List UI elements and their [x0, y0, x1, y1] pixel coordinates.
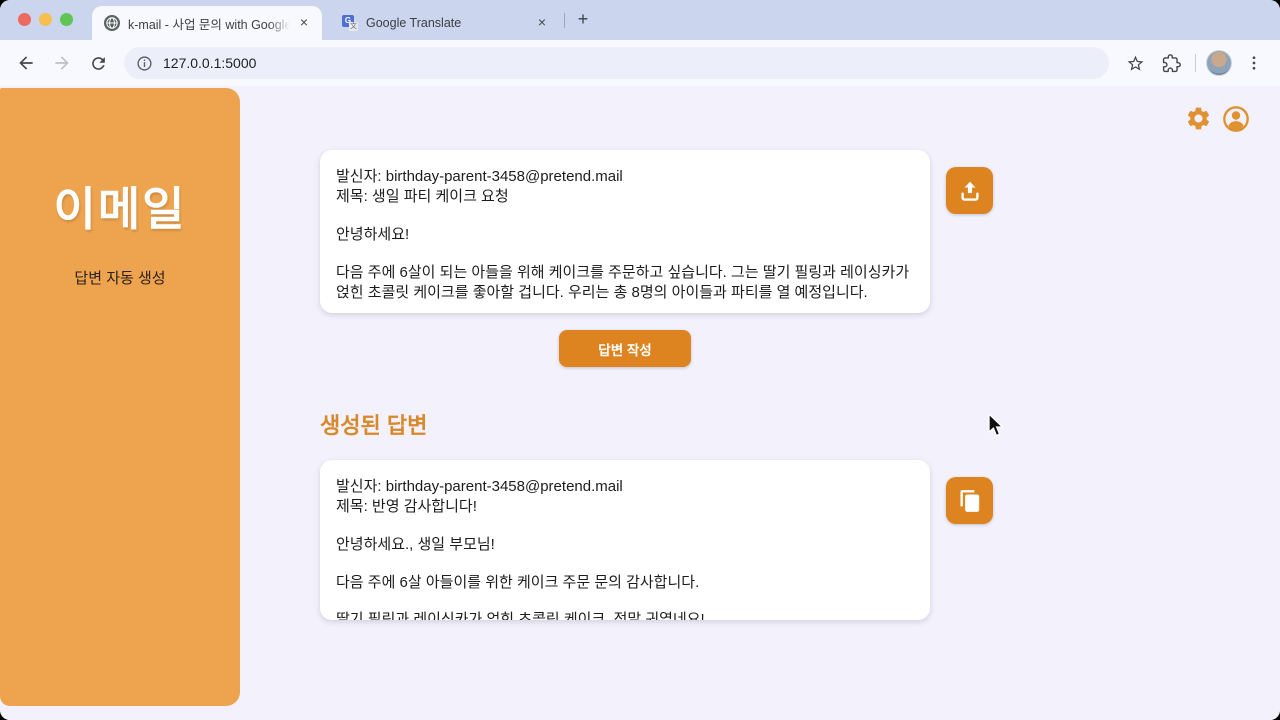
url-text[interactable]: 127.0.0.1:5000 [163, 55, 256, 71]
upload-button[interactable] [946, 167, 993, 214]
browser-window: k-mail - 사업 문의 with Google × G文 Google T… [0, 0, 1280, 720]
tab-title: Google Translate [366, 16, 461, 30]
minimize-window-button[interactable] [39, 13, 52, 26]
tab-separator [564, 13, 565, 28]
tab-close-icon[interactable]: × [534, 15, 550, 31]
upload-icon [957, 178, 983, 204]
reload-button[interactable] [82, 47, 114, 79]
globe-favicon-icon [104, 15, 120, 31]
profile-avatar[interactable] [1206, 50, 1232, 76]
copy-icon [957, 488, 983, 514]
generated-reply-heading: 생성된 답변 [320, 408, 427, 440]
account-icon[interactable] [1222, 105, 1250, 133]
generate-reply-button[interactable]: 답변 작성 [559, 330, 691, 367]
app-title: 이메일 [0, 173, 240, 239]
mouse-cursor [985, 413, 1007, 439]
window-controls [18, 13, 73, 26]
app-subtitle: 답변 자동 생성 [0, 267, 240, 288]
incoming-email-card: 발신자: birthday-parent-3458@pretend.mail 제… [320, 150, 930, 313]
new-tab-button[interactable]: + [572, 9, 594, 31]
email-subject-line: 제목: 생일 파티 케이크 요청 [336, 187, 914, 207]
browser-toolbar: 127.0.0.1:5000 [0, 40, 1280, 86]
address-bar[interactable]: 127.0.0.1:5000 [124, 47, 1109, 79]
email-body: 다음 주에 6살이 되는 아들을 위해 케이크를 주문하고 싶습니다. 그는 딸… [336, 263, 914, 303]
email-subject-line: 제목: 반영 감사합니다! [336, 497, 914, 517]
extensions-icon[interactable] [1155, 47, 1187, 79]
fullscreen-window-button[interactable] [60, 13, 73, 26]
sidebar: 이메일 답변 자동 생성 [0, 88, 240, 706]
bookmark-star-icon[interactable] [1119, 47, 1151, 79]
toolbar-separator [1195, 54, 1196, 72]
tab-close-icon[interactable]: × [296, 15, 312, 31]
main-area: 발신자: birthday-parent-3458@pretend.mail 제… [240, 86, 1280, 720]
page-content: 이메일 답변 자동 생성 발신자: birthday-parent-3458@p… [0, 86, 1280, 720]
tab-kmail[interactable]: k-mail - 사업 문의 with Google × [92, 6, 322, 40]
browser-menu-icon[interactable] [1238, 47, 1270, 79]
close-window-button[interactable] [18, 13, 31, 26]
back-button[interactable] [10, 47, 42, 79]
email-greeting: 안녕하세요., 생일 부모님! [336, 535, 914, 555]
email-greeting: 안녕하세요! [336, 225, 914, 245]
forward-button[interactable] [46, 47, 78, 79]
tab-google-translate[interactable]: G文 Google Translate × [330, 6, 560, 40]
copy-button[interactable] [946, 477, 993, 524]
email-from-line: 발신자: birthday-parent-3458@pretend.mail [336, 477, 914, 497]
tab-strip: k-mail - 사업 문의 with Google × G文 Google T… [0, 0, 1280, 40]
email-from-line: 발신자: birthday-parent-3458@pretend.mail [336, 167, 914, 187]
site-info-icon[interactable] [136, 55, 153, 72]
google-translate-favicon-icon: G文 [342, 15, 358, 31]
tab-title: k-mail - 사업 문의 with Google [128, 18, 290, 32]
generated-email-card: 발신자: birthday-parent-3458@pretend.mail 제… [320, 460, 930, 620]
email-body: 다음 주에 6살 아들이를 위한 케이크 주문 문의 감사합니다. [336, 573, 914, 593]
settings-gear-icon[interactable] [1185, 105, 1212, 132]
email-body-clipped-line: 딸기 필링과 레이싱카가 얹힌 초콜릿 케이크, 정말 귀엽네요! [336, 610, 914, 620]
